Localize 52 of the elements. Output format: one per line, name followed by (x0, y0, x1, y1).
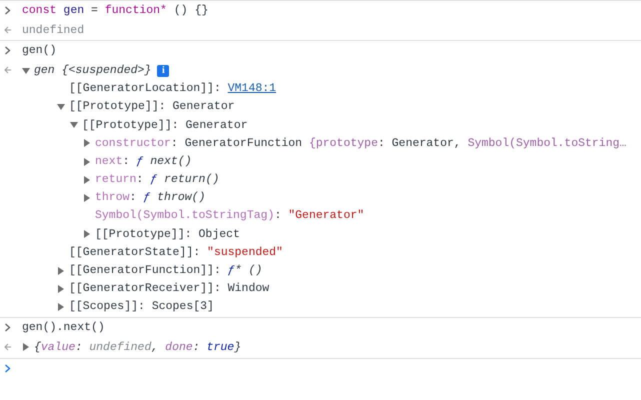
property-key: [[Prototype]] (69, 98, 159, 116)
property-key: [[GeneratorReceiver]] (69, 280, 214, 298)
object-preview: {value: undefined, done: true} (34, 340, 242, 356)
command-text: gen().next() (22, 320, 105, 336)
expanded-triangle-icon[interactable] (22, 66, 30, 75)
collapsed-triangle-icon[interactable] (83, 230, 91, 238)
result-arrow-icon (4, 26, 12, 34)
collapsed-triangle-icon[interactable] (83, 158, 91, 166)
command-text: gen() (22, 43, 57, 60)
property-key: [[Prototype]] (95, 226, 185, 243)
collapsed-triangle-icon[interactable] (83, 194, 91, 202)
property-key: throw (95, 189, 130, 207)
source-link[interactable]: : VM148:1 (214, 80, 276, 98)
property-value: : Generator (158, 99, 235, 116)
collapsed-triangle-icon[interactable] (57, 303, 65, 312)
property-key: next (95, 152, 123, 170)
collapsed-triangle-icon[interactable] (83, 139, 91, 148)
property-value: : ƒ throw() (130, 190, 206, 206)
result-arrow-icon (4, 343, 12, 352)
collapsed-triangle-icon[interactable] (83, 176, 91, 184)
command-text: const gen = function* () {} (22, 3, 208, 19)
property-value: : Generator (172, 118, 248, 134)
collapsed-triangle-icon[interactable] (57, 284, 65, 293)
property-value: : "suspended" (193, 244, 283, 261)
property-value: : "Generator" (274, 208, 364, 224)
property-key: constructor (95, 134, 171, 152)
property-key: [[GeneratorLocation]] (69, 80, 214, 98)
prompt-chevron-icon (4, 364, 11, 374)
property-value: : Window (214, 281, 270, 298)
property-key: [[Scopes]] (69, 298, 138, 316)
property-key: return (95, 171, 136, 188)
property-key: [[Prototype]] (82, 116, 172, 134)
prompt-chevron-icon (4, 46, 11, 56)
expanded-triangle-icon[interactable] (70, 121, 78, 130)
collapsed-triangle-icon[interactable] (57, 266, 65, 275)
property-value: : ƒ next() (122, 154, 192, 170)
prompt-chevron-icon (4, 323, 11, 332)
property-key: Symbol(Symbol.toStringTag) (95, 207, 274, 225)
property-key: [[GeneratorState]] (69, 244, 194, 262)
prompt-chevron-icon (4, 6, 11, 16)
property-value: : Object (184, 226, 240, 243)
property-value: : ƒ return() (136, 172, 220, 188)
expanded-triangle-icon[interactable] (57, 102, 65, 111)
info-badge[interactable]: i (157, 64, 170, 77)
property-key: [[GeneratorFunction]] (69, 262, 214, 280)
result-arrow-icon (4, 66, 12, 74)
property-value: : Scopes[3] (138, 299, 214, 316)
property-value: : ƒ* () (214, 263, 262, 280)
result-text: undefined (22, 22, 84, 39)
object-preview: gen {<suspended>} (34, 62, 152, 79)
property-value: : GeneratorFunction {prototype: Generator, Symbol(Symbol.toString… (170, 136, 626, 152)
collapsed-triangle-icon[interactable] (22, 343, 30, 352)
